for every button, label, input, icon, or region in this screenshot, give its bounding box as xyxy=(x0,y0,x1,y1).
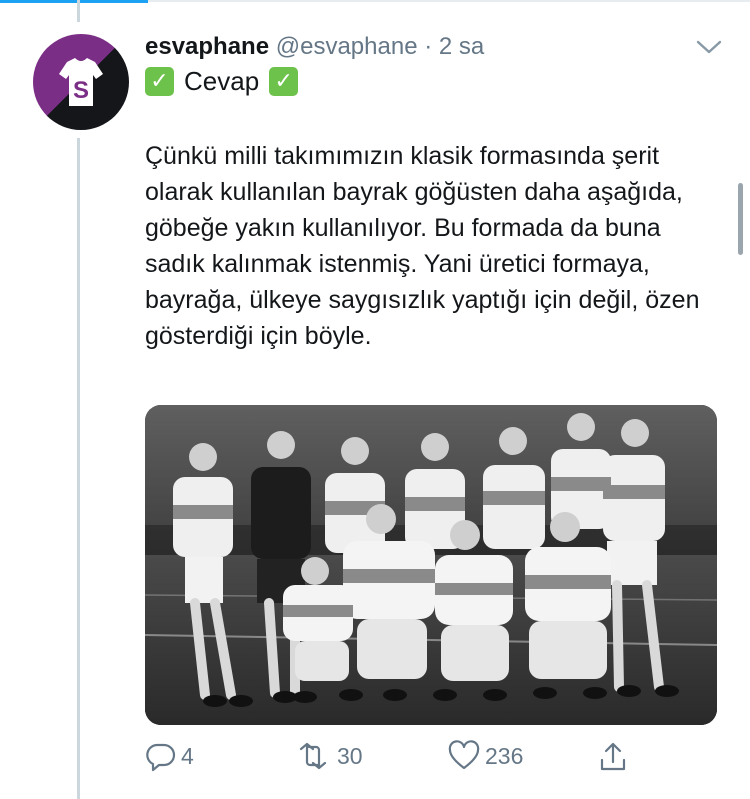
display-name[interactable]: esvaphane xyxy=(145,33,269,60)
tweet-time[interactable]: 2 sa xyxy=(439,33,484,60)
subtitle-text: Cevap xyxy=(184,66,260,96)
user-handle[interactable]: @esvaphane xyxy=(276,33,418,60)
check-emoji-icon: ✓ xyxy=(145,67,174,96)
reply-count: 4 xyxy=(181,742,194,769)
check-emoji-icon: ✓ xyxy=(269,67,299,96)
heart-icon xyxy=(448,740,480,770)
reply-icon xyxy=(146,743,176,772)
thread-line xyxy=(77,138,80,799)
reply-button[interactable]: 4 xyxy=(145,740,194,772)
tweet-menu-button[interactable] xyxy=(694,36,724,58)
retweet-icon xyxy=(299,742,327,770)
active-tab-indicator xyxy=(0,0,148,3)
tweet-subtitle: ✓ Cevap ✓ xyxy=(145,66,299,97)
jersey-logo-icon: S xyxy=(59,58,103,106)
team-photo-image xyxy=(145,405,717,725)
scrollbar[interactable] xyxy=(738,183,743,255)
retweet-button[interactable]: 30 xyxy=(293,740,363,772)
avatar[interactable]: S xyxy=(33,34,129,130)
chevron-down-icon xyxy=(696,40,722,54)
separator-dot: · xyxy=(424,33,433,60)
tweet-header: esvaphane @esvaphane · 2 sa xyxy=(145,33,484,61)
tweet-actions: 4 30 236 xyxy=(145,740,725,780)
tweet-body: Çünkü milli takımımızın klasik formasınd… xyxy=(145,142,700,350)
thread-line-top xyxy=(77,0,80,22)
like-count: 236 xyxy=(485,742,524,769)
avatar-letter: S xyxy=(73,77,89,104)
share-button[interactable] xyxy=(597,740,629,774)
like-button[interactable]: 236 xyxy=(447,740,523,772)
tweet-photo[interactable] xyxy=(145,405,717,725)
retweet-count: 30 xyxy=(337,742,363,769)
share-icon xyxy=(600,742,626,771)
